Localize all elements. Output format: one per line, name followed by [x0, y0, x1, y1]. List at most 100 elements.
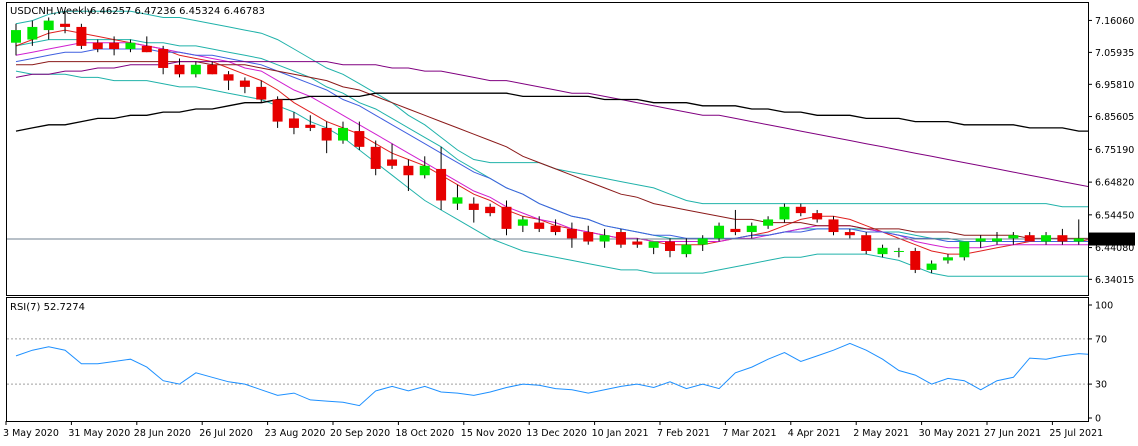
candle-body	[517, 219, 528, 226]
candle[interactable]	[11, 23, 21, 56]
candle[interactable]	[485, 203, 496, 217]
candle[interactable]	[1041, 232, 1052, 245]
time-tick-label: 10 Jan 2021	[592, 428, 649, 439]
candle-body	[501, 206, 512, 229]
candle-body	[1024, 235, 1035, 242]
rsi-panel-frame	[6, 297, 1089, 422]
candle[interactable]	[1073, 219, 1084, 245]
price-tick-label: 7.16060	[1095, 16, 1134, 27]
candle[interactable]	[959, 241, 970, 261]
candle-body	[730, 228, 741, 233]
candle-body	[779, 206, 790, 220]
candle-body	[926, 263, 937, 270]
candle[interactable]	[419, 156, 430, 179]
candle-body	[436, 168, 447, 201]
time-tick-label: 23 Aug 2020	[265, 428, 326, 439]
candle[interactable]	[844, 228, 855, 239]
main-panel-frame	[6, 2, 1089, 296]
trading-chart[interactable]: USDCNH,Weekly 6.46257 6.47236 6.45324 6.…	[0, 0, 1138, 446]
candle[interactable]	[583, 225, 594, 245]
time-tick-label: 30 May 2021	[919, 428, 981, 439]
candle[interactable]	[1057, 228, 1068, 245]
candle[interactable]	[223, 71, 234, 91]
price-tick-label: 6.85605	[1095, 112, 1134, 123]
candle[interactable]	[730, 209, 741, 236]
candle[interactable]	[501, 200, 512, 236]
candle-body	[992, 238, 1002, 242]
candle-body	[714, 225, 725, 239]
candle[interactable]	[338, 121, 348, 144]
candle[interactable]	[828, 216, 839, 236]
candle[interactable]	[648, 241, 659, 255]
candle-body	[1041, 235, 1052, 242]
candle-body	[681, 244, 692, 255]
candle[interactable]	[207, 61, 218, 75]
candle[interactable]	[942, 254, 953, 264]
candle[interactable]	[893, 247, 904, 258]
candle[interactable]	[403, 159, 414, 192]
candle[interactable]	[125, 39, 136, 53]
candle[interactable]	[256, 80, 267, 103]
candle-body	[158, 49, 169, 68]
candle-body	[1057, 235, 1068, 242]
time-tick-label: 3 May 2020	[3, 428, 59, 439]
candle[interactable]	[795, 203, 806, 217]
candle[interactable]	[632, 238, 643, 248]
candlesticks[interactable]	[11, 11, 1100, 274]
candle[interactable]	[190, 61, 201, 78]
candle-body	[403, 165, 414, 176]
candle[interactable]	[272, 96, 283, 128]
candle[interactable]	[354, 121, 365, 150]
candle[interactable]	[387, 143, 398, 169]
candle-body	[615, 232, 626, 245]
time-tick-label: 7 Feb 2021	[657, 428, 710, 439]
candle-body	[763, 219, 774, 226]
candle[interactable]	[76, 23, 87, 50]
candle[interactable]	[288, 112, 299, 135]
candle[interactable]	[992, 232, 1002, 245]
candle[interactable]	[92, 39, 103, 53]
candle[interactable]	[452, 184, 463, 210]
candle-body	[370, 146, 381, 169]
candle[interactable]	[763, 216, 774, 229]
time-tick-label: 31 May 2020	[68, 428, 130, 439]
candle[interactable]	[239, 77, 250, 94]
time-tick-label: 18 Oct 2020	[395, 428, 454, 439]
candle[interactable]	[975, 235, 986, 248]
candle[interactable]	[926, 260, 937, 274]
rsi-label: RSI(7) 52.7274	[10, 302, 85, 313]
candle[interactable]	[877, 244, 888, 258]
candle[interactable]	[861, 232, 872, 255]
candle[interactable]	[697, 235, 708, 251]
ohlc-values: 6.46257 6.47236 6.45324 6.46783	[90, 6, 265, 17]
candle-body	[599, 235, 610, 242]
price-tick-label: 7.05935	[1095, 48, 1134, 59]
candle[interactable]	[599, 228, 610, 248]
candle-body	[338, 127, 348, 141]
candle[interactable]	[1008, 232, 1019, 245]
candle-body	[256, 86, 267, 100]
candle[interactable]	[517, 216, 528, 233]
candle[interactable]	[158, 45, 169, 75]
candle[interactable]	[141, 36, 152, 53]
moving-average-4	[16, 61, 1088, 239]
candle[interactable]	[468, 197, 479, 223]
rsi-series	[15, 342, 1088, 407]
candle-body	[125, 42, 136, 50]
candle-body	[354, 131, 365, 147]
candle[interactable]	[566, 222, 577, 248]
candle[interactable]	[615, 228, 626, 248]
candle[interactable]	[436, 146, 447, 210]
candle[interactable]	[910, 247, 921, 274]
candle-body	[844, 232, 855, 236]
candle[interactable]	[779, 203, 790, 223]
time-tick-label: 25 Jul 2021	[1049, 428, 1103, 439]
candle[interactable]	[812, 209, 823, 223]
time-tick-label: 20 Sep 2020	[330, 428, 390, 439]
candle-body	[92, 42, 103, 50]
candle-body	[665, 241, 675, 251]
time-tick-label: 2 May 2021	[853, 428, 909, 439]
rsi-tick-label: 70	[1095, 334, 1107, 345]
candle[interactable]	[43, 17, 54, 40]
candle[interactable]	[1024, 232, 1035, 242]
